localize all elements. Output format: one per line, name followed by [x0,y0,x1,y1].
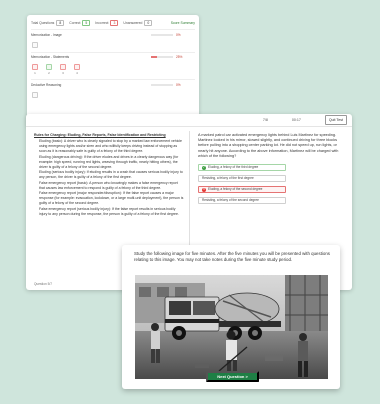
rule-item: False emergency report (major responder/… [39,191,184,206]
stat-correct: Correct 5 [69,20,91,26]
rule-item: Eluding (serious bodily injury): If elud… [39,170,184,180]
rule-item: False emergency report (serious bodily i… [39,207,184,217]
stat-value: 5 [82,20,91,26]
quit-test-button[interactable]: Quit Test [324,115,347,125]
question-box[interactable]: 2 [45,64,53,75]
question-box[interactable] [31,91,39,98]
question-box[interactable]: 1 [31,64,39,75]
page-info: 7/8 [262,118,268,122]
image-study-card: Study the following image for five minut… [122,245,340,389]
stat-label: Unanswered [123,21,143,25]
answer-label: Eluding, a felony of the second degree [208,186,263,191]
stat-label: Total Questions [31,21,55,25]
question-boxes: 1 2 3 4 [31,59,195,79]
answer-option[interactable]: Resisting, a felony of the first degree [198,175,286,183]
next-question-button[interactable]: Next Question > [206,371,259,382]
category-memorization-image: Memorization - Image 0% [27,30,199,52]
question-boxes [31,37,195,52]
answer-label: Resisting, a felony of the first degree [202,175,254,180]
question-box-number: 3 [62,71,64,75]
question-boxes [31,87,195,102]
study-photo [135,275,328,379]
x-icon: ✕ [202,186,206,192]
answer-option[interactable]: ✓ Eluding, a felony of the third degree [198,164,286,172]
question-box-number: 1 [34,71,36,75]
category-name: Deductive Reasoning [31,82,62,87]
construction-scene-image [135,275,328,379]
results-summary-card: Total Questions 8 Correct 5 Incorrect 3 … [27,15,199,127]
rule-item: Eluding (basic): A driver who is clearly… [39,139,184,154]
rule-item: Eluding (dangerous driving): If the driv… [39,155,184,170]
question-box-number: 4 [76,71,78,75]
stat-value: 0 [144,20,153,26]
question-box[interactable]: 3 [59,64,67,75]
question-box[interactable]: 4 [73,64,81,75]
stat-label: Incorrect [95,21,109,25]
stats-bar: Total Questions 8 Correct 5 Incorrect 3 … [27,15,199,29]
stat-incorrect: Incorrect 3 [95,20,119,26]
question-text: A marked patrol car activated emergency … [198,133,339,158]
stat-label: Correct [69,21,81,25]
question-counter: Question 5/7 [34,282,53,286]
timer: 00:17 [291,118,301,122]
category-name: Memorization - Image [31,32,62,37]
category-progress-bar [151,33,173,36]
test-header: 7/8 00:17 Quit Test [26,114,352,127]
stat-unanswered: Unanswered 0 [123,20,153,26]
question-box-number: 2 [48,71,50,75]
stat-value: 3 [110,20,119,26]
rule-item: False emergency report (basic): A person… [39,181,184,191]
answer-option[interactable]: Resisting, a felony of the second degree [198,197,286,205]
stat-total: Total Questions 8 [31,20,65,26]
category-memorization-statements: Memorization - Statements 25% 1 2 3 4 [27,52,199,79]
category-percent: 0% [176,32,181,37]
answer-label: Resisting, a felony of the second degree [202,197,259,202]
question-box[interactable] [31,41,39,48]
category-name: Memorization - Statements [31,55,70,59]
answer-options: ✓ Eluding, a felony of the third degree … [198,164,346,205]
study-instructions: Study the following image for five minut… [134,251,330,263]
category-deductive-reasoning: Deductive Reasoning 0% [27,80,199,102]
rules-list: Eluding (basic): A driver who is clearly… [34,139,184,217]
answer-option[interactable]: ✕ Eluding, a felony of the second degree [198,186,286,194]
question-panel: A marked patrol car activated emergency … [198,133,346,205]
answer-label: Eluding, a felony of the third degree [208,164,259,169]
score-summary-label: Score Summary [170,21,195,25]
category-percent: 25% [176,55,183,59]
stat-value: 8 [56,20,65,26]
category-progress-bar [151,56,173,58]
rules-title: Rules for Charging: Eluding, False Repor… [34,133,166,137]
category-percent: 0% [176,82,181,87]
score-summary-link[interactable]: Score Summary [171,21,195,25]
check-icon: ✓ [202,164,206,170]
category-progress-bar [151,83,173,86]
